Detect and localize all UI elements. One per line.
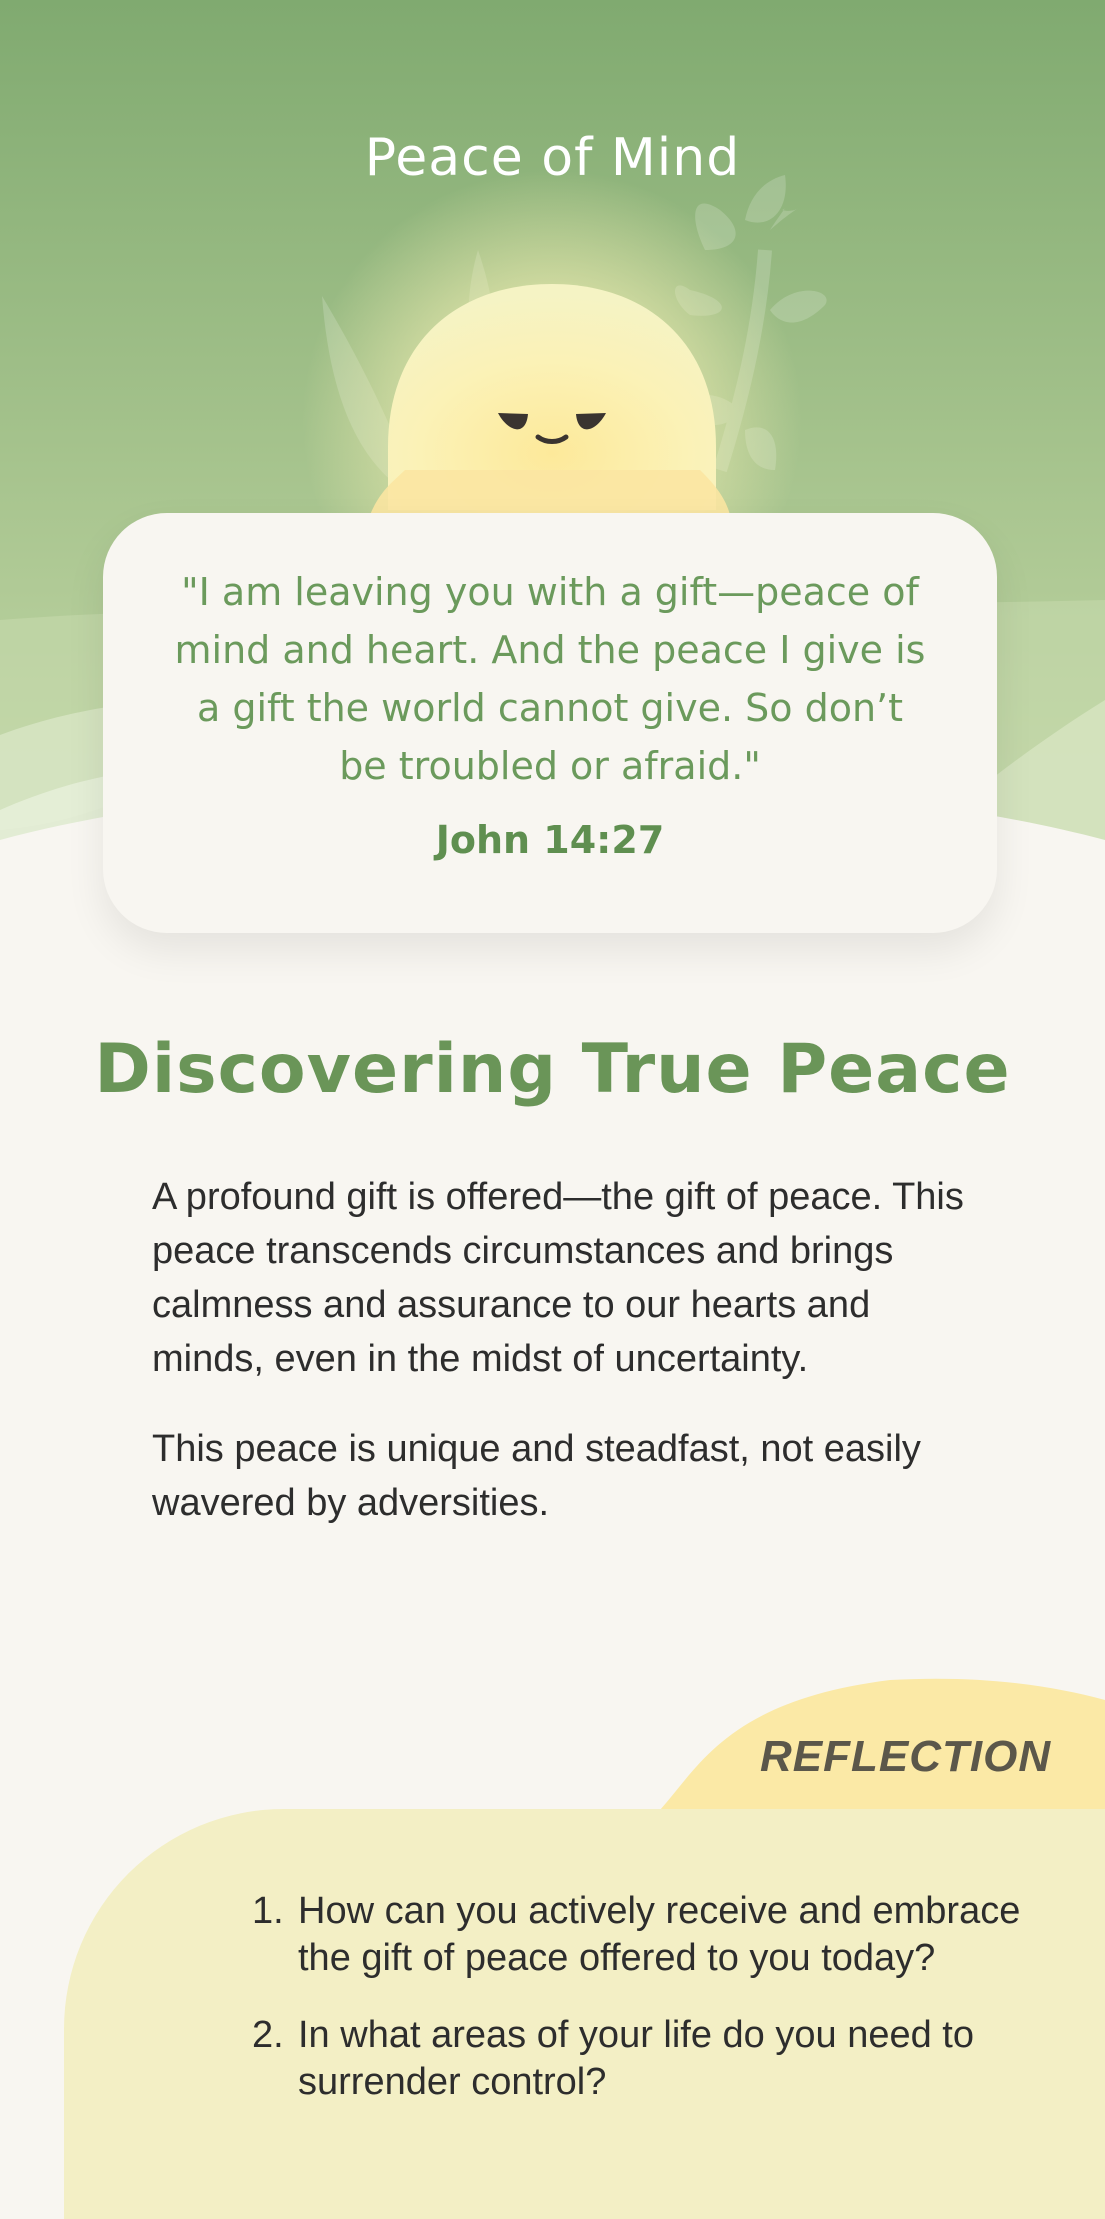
section-heading: Discovering True Peace [94,1030,1011,1109]
app-title: Peace of Mind [364,128,741,188]
reflection-label: REFLECTION [760,1732,1052,1781]
scripture-quote-text: "I am leaving you with a gift—peace of m… [174,570,926,788]
scripture-quote-card: "I am leaving you with a gift—peace of m… [103,513,997,933]
reflection-question: 1. How can you actively receive and embr… [180,1888,1030,1982]
scripture-reference: John 14:27 [435,818,665,862]
question-number: 2. [252,2014,284,2056]
reflection-questions-list: 1. How can you actively receive and embr… [180,1888,1030,2136]
question-text: How can you actively receive and embrace… [298,1890,1021,1979]
body-paragraph-2: This peace is unique and steadfast, not … [152,1428,921,1524]
reflection-question: 2. In what areas of your life do you nee… [180,2012,1030,2106]
question-number: 1. [252,1890,284,1932]
question-text: In what areas of your life do you need t… [298,2014,974,2103]
body-paragraph-1: A profound gift is offered—the gift of p… [152,1176,964,1380]
devotional-page: Peace of Mind "I am leaving you with a g… [0,0,1105,2219]
